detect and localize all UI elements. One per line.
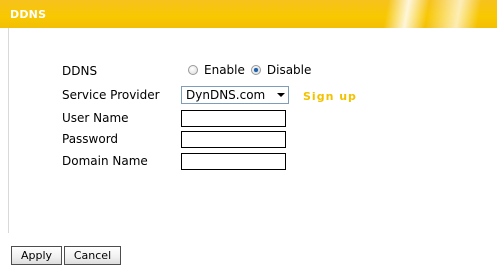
service-provider-label: Service Provider [62, 88, 160, 102]
password-input[interactable] [181, 131, 286, 148]
service-provider-select[interactable]: DynDNS.com [181, 86, 289, 104]
ddns-enable-label: Enable [204, 63, 245, 77]
domain-name-input[interactable] [181, 153, 286, 170]
ddns-radio-group: Enable Disable [188, 63, 317, 77]
section-header: DDNS [0, 0, 497, 28]
chevron-down-icon [277, 93, 285, 97]
ddns-enable-radio[interactable] [188, 65, 198, 75]
ddns-label: DDNS [62, 64, 98, 78]
page-title: DDNS [10, 8, 47, 21]
password-label: Password [62, 132, 119, 146]
cancel-button[interactable]: Cancel [64, 246, 121, 265]
header-decoration [317, 0, 497, 28]
ddns-disable-label: Disable [266, 63, 312, 77]
user-name-label: User Name [62, 111, 129, 125]
domain-name-label: Domain Name [62, 154, 148, 168]
apply-button[interactable]: Apply [11, 246, 62, 265]
ddns-page: DDNS DDNS Enable Disable Service Provide… [0, 0, 497, 271]
sign-up-link[interactable]: Sign up [303, 90, 357, 103]
ddns-disable-radio[interactable] [250, 65, 261, 75]
user-name-input[interactable] [181, 110, 286, 127]
service-provider-value: DynDNS.com [186, 88, 266, 102]
